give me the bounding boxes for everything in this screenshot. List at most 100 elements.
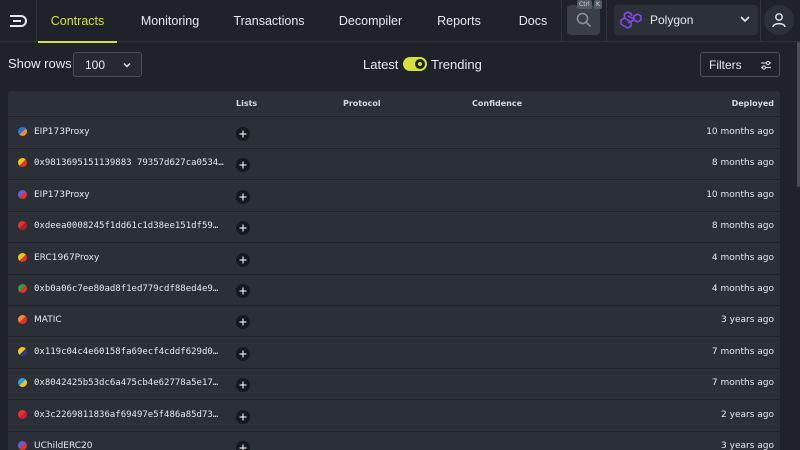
latest-trending-toggle[interactable]	[403, 57, 427, 71]
tab-transactions-label: Transactions	[233, 14, 305, 28]
toggle-trending-label[interactable]: Trending	[431, 57, 482, 72]
tab-decompiler[interactable]: Decompiler	[332, 0, 409, 42]
app-logo[interactable]	[0, 0, 37, 42]
logo-icon	[10, 15, 27, 27]
tab-reports[interactable]: Reports	[428, 0, 490, 42]
add-to-list-button[interactable]	[236, 284, 250, 298]
show-rows-label: Show rows	[8, 56, 72, 71]
tab-docs-label: Docs	[518, 14, 548, 28]
contract-name[interactable]: MATIC	[34, 315, 62, 325]
table-row[interactable]: 0x9813695151139883 79357d627ca0534… 8 mon…	[8, 149, 780, 181]
add-to-list-button[interactable]	[236, 378, 250, 393]
user-menu-button[interactable]	[764, 5, 794, 35]
rows-per-page-value: 100	[85, 57, 106, 72]
rows-per-page-select[interactable]: 100	[73, 52, 142, 77]
search-button[interactable]	[567, 5, 600, 35]
plus-icon	[239, 444, 247, 450]
column-protocol[interactable]: Protocol	[343, 99, 381, 108]
plus-icon	[239, 193, 247, 201]
contract-name[interactable]: 0x3c2269811836af69497e5f486a85d73…	[34, 410, 218, 420]
plus-icon	[239, 318, 247, 326]
add-to-list-button[interactable]	[236, 252, 250, 267]
column-deployed[interactable]: Deployed	[732, 99, 774, 108]
toggle-latest-label[interactable]: Latest	[363, 57, 398, 72]
table-row[interactable]: 0x8042425b53dc6a475cb4e62778a5e17… 7 mont…	[8, 369, 780, 401]
table-row[interactable]: EIP173Proxy 10 months ago	[8, 181, 780, 212]
contract-avatar-icon	[18, 127, 27, 136]
sliders-icon	[761, 60, 771, 70]
contracts-table: Lists Protocol Confidence Deployed EIP17…	[8, 91, 780, 450]
contract-name[interactable]: 0xdeea0008245f1dd61c1d38ee151df59…	[34, 221, 218, 231]
add-to-list-button[interactable]	[236, 189, 250, 204]
deployed-time: 7 months ago	[711, 378, 774, 389]
column-confidence[interactable]: Confidence	[472, 99, 522, 108]
column-lists[interactable]: Lists	[236, 99, 257, 108]
table-row[interactable]: UChildERC20 3 years ago	[8, 432, 780, 450]
search-icon	[576, 12, 591, 28]
nav-divider	[561, 0, 562, 42]
add-to-list-button[interactable]	[236, 346, 250, 361]
table-row[interactable]: 0xdeea0008245f1dd61c1d38ee151df59… 8 mont…	[8, 212, 780, 244]
filters-label: Filters	[709, 57, 742, 72]
contract-name[interactable]: ERC1967Proxy	[34, 253, 99, 263]
plus-icon	[239, 287, 247, 295]
contract-name[interactable]: 0x119c04c4e60158fa69ecf4cddf629d0…	[34, 347, 218, 357]
shortcut-key-ctrl: Ctrl	[577, 0, 592, 9]
tab-reports-label: Reports	[437, 14, 481, 28]
table-row[interactable]: 0x3c2269811836af69497e5f486a85d73… 2 year…	[8, 401, 780, 432]
filters-button[interactable]: Filters	[700, 52, 780, 77]
contract-name[interactable]: UChildERC20	[34, 441, 93, 450]
tab-docs[interactable]: Docs	[509, 0, 557, 42]
shortcut-key-k: K	[594, 0, 602, 9]
network-name: Polygon	[650, 13, 694, 27]
plus-icon	[239, 413, 247, 421]
nav-divider	[760, 0, 761, 42]
add-to-list-button[interactable]	[236, 315, 250, 330]
deployed-time: 3 years ago	[721, 315, 774, 326]
plus-icon	[239, 350, 247, 358]
tab-contracts[interactable]: Contracts	[38, 0, 117, 43]
table-row[interactable]: ERC1967Proxy 4 months ago	[8, 244, 780, 275]
deployed-time: 10 months ago	[706, 189, 774, 200]
deployed-time: 7 months ago	[711, 346, 774, 357]
tab-monitoring[interactable]: Monitoring	[131, 0, 209, 42]
top-navbar: Contracts Monitoring Transactions Decomp…	[0, 0, 800, 43]
deployed-time: 8 months ago	[711, 221, 774, 232]
add-to-list-button[interactable]	[236, 127, 250, 141]
add-to-list-button[interactable]	[236, 221, 250, 236]
contract-name[interactable]: 0x9813695151139883 79357d627ca0534…	[34, 158, 224, 168]
contract-avatar-icon	[18, 315, 27, 325]
contract-avatar-icon	[18, 221, 27, 231]
deployed-time: 10 months ago	[706, 127, 774, 137]
contract-name[interactable]: 0x8042425b53dc6a475cb4e62778a5e17…	[34, 378, 218, 388]
table-row[interactable]: MATIC 3 years ago	[8, 306, 780, 338]
contract-name[interactable]: EIP173Proxy	[34, 127, 90, 137]
deployed-time: 4 months ago	[711, 252, 774, 263]
table-row[interactable]: EIP173Proxy 10 months ago	[8, 118, 780, 149]
deployed-time: 8 months ago	[711, 158, 774, 169]
nav-divider	[606, 0, 607, 42]
contract-avatar-icon	[18, 189, 27, 199]
contract-avatar-icon	[18, 378, 27, 388]
add-to-list-button[interactable]	[236, 441, 250, 450]
table-row[interactable]: 0x119c04c4e60158fa69ecf4cddf629d0… 7 mont…	[8, 338, 780, 369]
chevron-down-icon	[123, 63, 131, 68]
deployed-time: 4 months ago	[711, 284, 774, 294]
plus-icon	[239, 256, 247, 264]
tab-transactions[interactable]: Transactions	[226, 0, 312, 42]
table-header: Lists Protocol Confidence Deployed	[8, 91, 780, 117]
table-row[interactable]: 0xb0a06c7ee80ad8f1ed779cdf88ed4e9… 4 mont…	[8, 275, 780, 306]
contract-avatar-icon	[18, 346, 27, 356]
network-selector[interactable]: Polygon	[614, 5, 758, 35]
tab-monitoring-label: Monitoring	[140, 14, 200, 28]
chevron-down-icon	[740, 16, 750, 23]
plus-icon	[239, 161, 247, 169]
deployed-time: 3 years ago	[721, 441, 774, 450]
contract-avatar-icon	[18, 284, 27, 293]
contract-avatar-icon	[18, 409, 27, 419]
contract-name[interactable]: 0xb0a06c7ee80ad8f1ed779cdf88ed4e9…	[34, 284, 218, 294]
add-to-list-button[interactable]	[236, 158, 250, 173]
add-to-list-button[interactable]	[236, 409, 250, 424]
contract-name[interactable]: EIP173Proxy	[34, 190, 90, 200]
toggle-knob	[415, 59, 425, 69]
